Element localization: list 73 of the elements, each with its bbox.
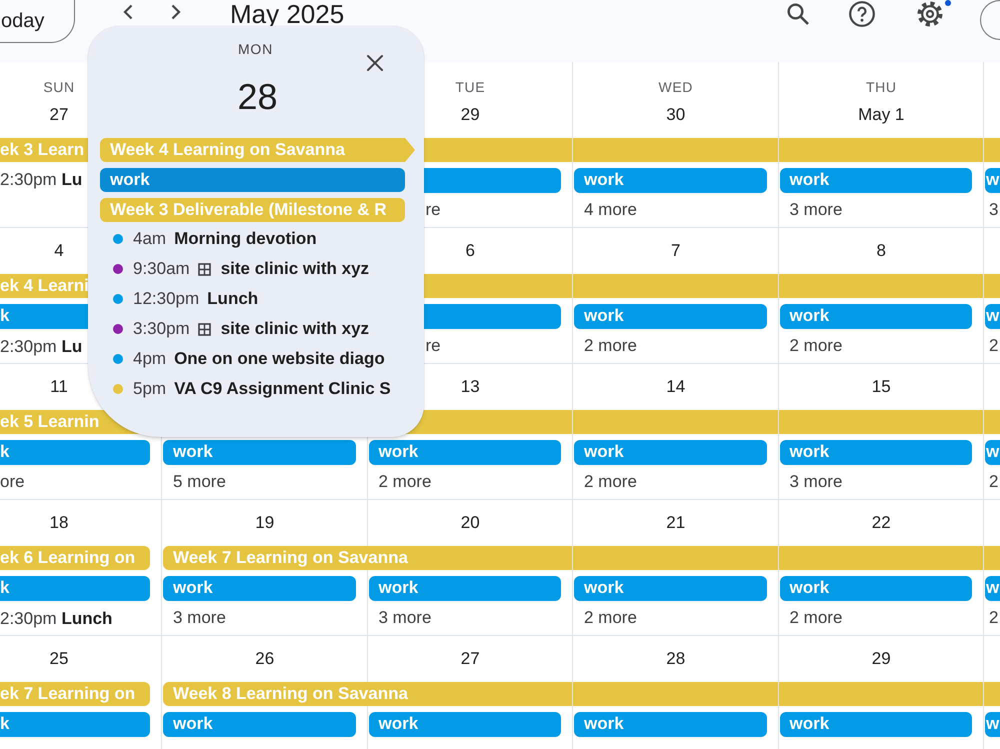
weekday-label: MON [238, 40, 274, 58]
more-events-link[interactable]: 2 [989, 607, 998, 629]
event-time[interactable]: 4pm [133, 348, 166, 370]
today-button[interactable]: oday [0, 0, 75, 43]
more-events-link[interactable]: 3 more [790, 199, 842, 221]
search-button[interactable] [786, 2, 810, 26]
more-events-link[interactable]: 2 more [378, 471, 432, 493]
date-number[interactable]: 20 [460, 511, 480, 535]
help-button[interactable] [848, 0, 876, 28]
date-number[interactable]: 11 [50, 375, 68, 399]
more-events-link[interactable]: 3 more [173, 607, 226, 629]
date-number[interactable]: 29 [460, 103, 480, 127]
more-events-link[interactable]: 2 more [790, 607, 842, 629]
date-number[interactable]: 19 [255, 511, 274, 535]
timed-event[interactable]: 2:30pm Lunch [0, 607, 162, 631]
more-events-link[interactable]: 2 more [584, 607, 637, 629]
date-number[interactable]: 27 [50, 103, 68, 127]
view-menu-button[interactable] [980, 0, 1000, 40]
event-title[interactable]: site clinic with xyz [220, 258, 370, 280]
date-number[interactable]: 25 [50, 647, 68, 671]
more-events-link[interactable]: re [426, 199, 441, 221]
notification-dot-icon [945, 0, 951, 6]
weekday-label: WED [658, 79, 693, 95]
date-number[interactable]: 21 [666, 511, 686, 535]
more-events-link[interactable]: 3 [989, 199, 998, 221]
event-title[interactable]: One on one website diago [174, 348, 385, 370]
date-number[interactable]: 18 [50, 511, 68, 535]
event-time[interactable]: 5pm [133, 378, 166, 400]
more-events-link[interactable]: 2 [989, 335, 998, 357]
chevron-right-icon [171, 4, 181, 20]
more-events-link[interactable]: 5 more [173, 471, 226, 493]
event-title[interactable]: Lunch [207, 288, 258, 310]
event-time[interactable]: 4am [133, 228, 166, 250]
event-title[interactable]: Morning devotion [174, 228, 317, 250]
settings-button[interactable] [916, 0, 944, 28]
chevron-left-icon [123, 4, 133, 20]
more-events-link[interactable]: 2 more [584, 335, 637, 357]
weekday-label: SUN [43, 79, 75, 95]
settings-icon [917, 1, 943, 27]
more-events-link[interactable]: 2 [989, 471, 998, 493]
event-chip[interactable]: work [100, 168, 405, 192]
more-events-link[interactable]: ore [0, 471, 25, 493]
date-number[interactable]: 13 [460, 375, 480, 399]
event-title[interactable]: VA C9 Assignment Clinic S [174, 378, 391, 400]
date-number[interactable]: 30 [666, 103, 686, 127]
date-number[interactable]: 7 [671, 239, 680, 263]
date-number[interactable]: 15 [872, 375, 891, 399]
search-icon [787, 3, 809, 25]
more-events-link[interactable]: 2 more [790, 335, 842, 357]
date-number[interactable]: 27 [460, 647, 480, 671]
event-title[interactable]: site clinic with xyz [220, 318, 370, 340]
date-number[interactable]: 29 [872, 647, 891, 671]
date-number[interactable]: 26 [255, 647, 274, 671]
more-events-link[interactable]: 3 more [790, 471, 842, 493]
more-events-link[interactable]: re [426, 335, 441, 357]
grid-icon [198, 262, 211, 276]
more-events-link[interactable]: 3 more [378, 607, 432, 629]
date-number[interactable]: May 1 [858, 103, 904, 127]
weekday-label: THU [866, 79, 897, 95]
date-number[interactable]: 8 [876, 239, 886, 263]
grid-icon [198, 322, 211, 336]
date-number[interactable]: 14 [666, 375, 686, 399]
date-number: 28 [237, 77, 278, 117]
date-number[interactable]: 22 [872, 511, 891, 535]
month-title: May 2025 [230, 0, 344, 28]
close-icon [366, 54, 384, 72]
more-events-link[interactable]: 4 more [584, 199, 637, 221]
weekday-label: TUE [455, 79, 486, 95]
date-number[interactable]: 4 [54, 239, 64, 263]
date-number[interactable]: 6 [466, 239, 475, 263]
help-icon [849, 1, 875, 27]
date-number[interactable]: 28 [666, 647, 686, 671]
more-events-link[interactable]: 2 more [584, 471, 637, 493]
